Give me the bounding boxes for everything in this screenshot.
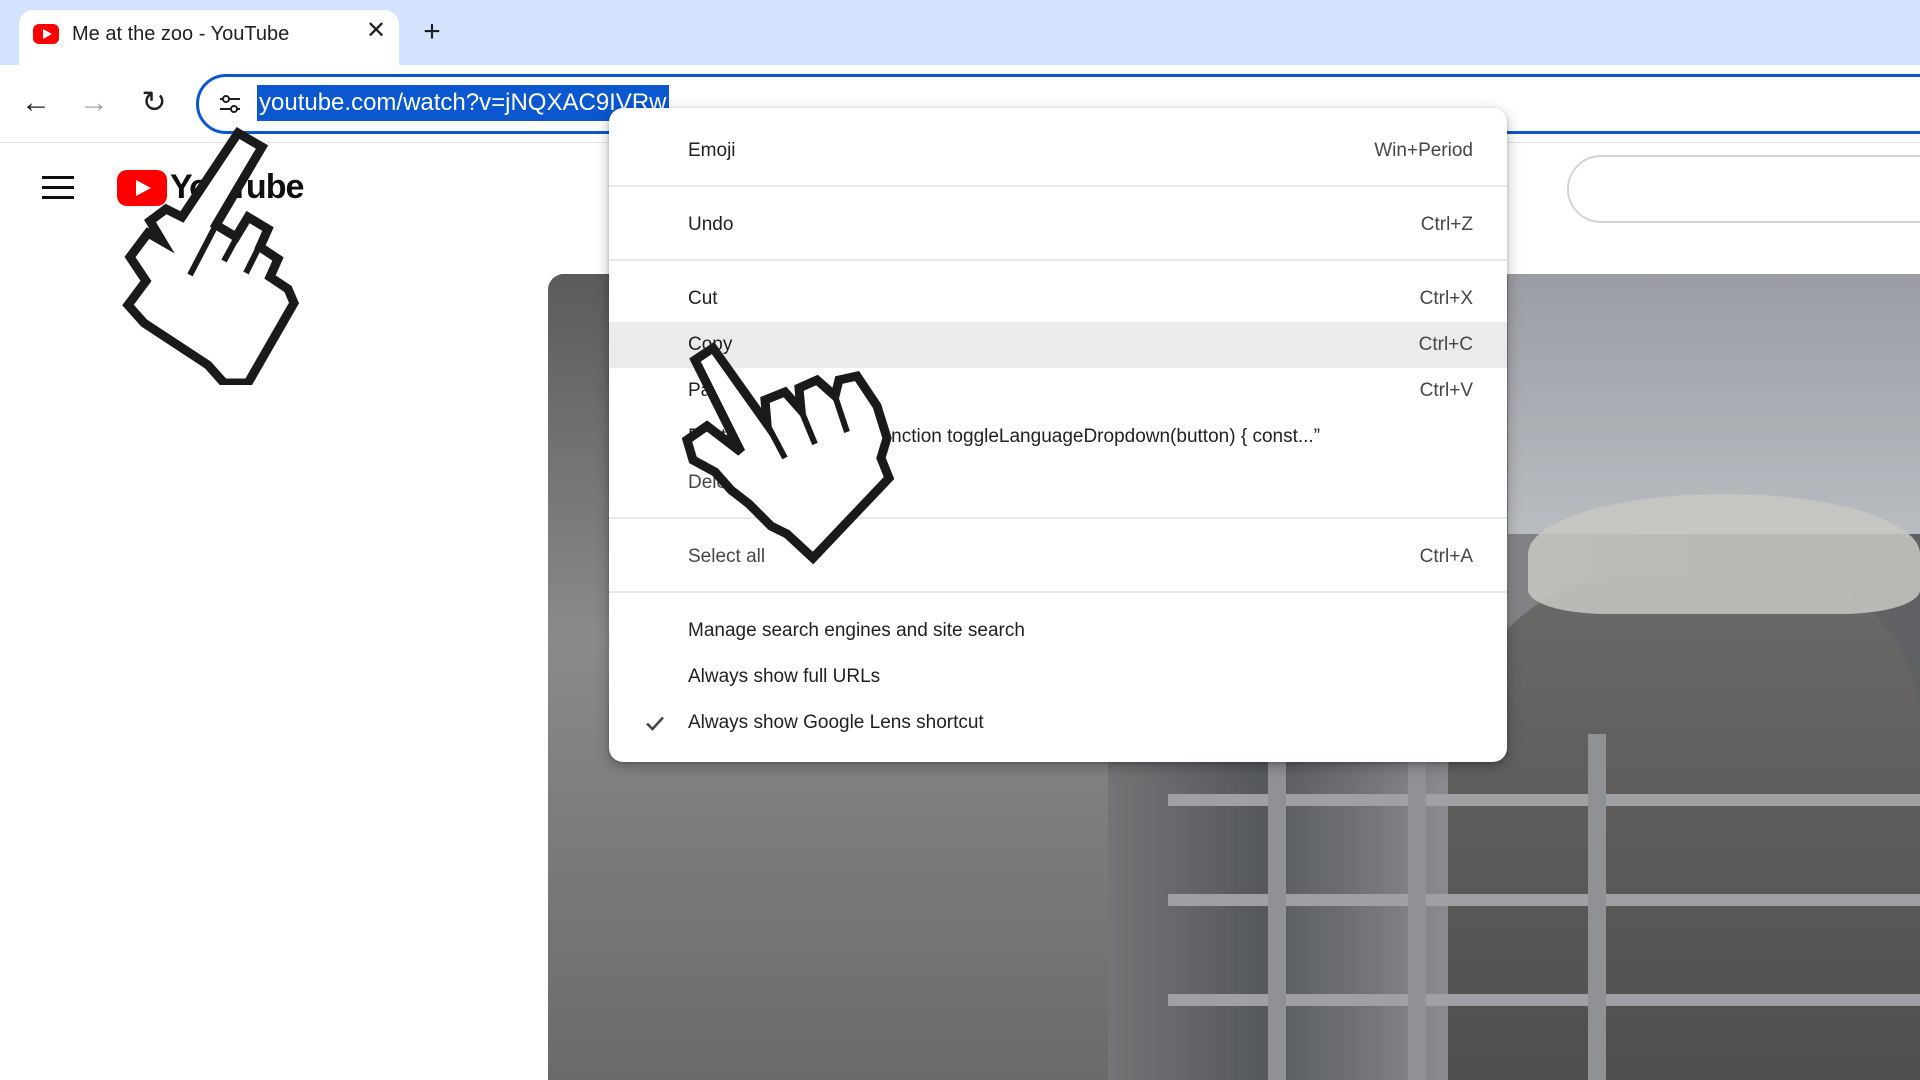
youtube-search-input[interactable] [1567, 155, 1920, 223]
youtube-favicon-icon [33, 24, 59, 44]
menu-label: Undo [688, 214, 734, 235]
menu-shortcut: Ctrl+X [1419, 288, 1473, 309]
menu-shortcut: Ctrl+Z [1420, 214, 1473, 235]
video-frame-hay [1528, 494, 1920, 614]
menu-item-undo[interactable]: Undo Ctrl+Z [609, 202, 1507, 248]
video-frame-post [1588, 734, 1606, 1080]
menu-label: Manage search engines and site search [688, 620, 1025, 641]
hand-cursor-icon [122, 126, 300, 385]
menu-label: Cut [688, 288, 718, 309]
tab-active[interactable]: Me at the zoo - YouTube ✕ [19, 10, 399, 65]
hand-cursor-icon [681, 341, 895, 565]
menu-label: Always show full URLs [688, 666, 881, 687]
video-frame-post [1408, 734, 1426, 1080]
menu-shortcut: Ctrl+A [1419, 546, 1473, 567]
menu-shortcut: Ctrl+C [1418, 334, 1473, 355]
url-text-selected[interactable]: youtube.com/watch?v=jNQXAC9IVRw [257, 85, 669, 121]
menu-shortcut: Win+Period [1374, 140, 1473, 161]
tab-strip: Me at the zoo - YouTube ✕ + [0, 0, 1920, 65]
video-frame-post [1268, 734, 1286, 1080]
menu-item-full-urls[interactable]: Always show full URLs [609, 654, 1507, 700]
menu-paste-preview: “function toggleLanguageDropdown(button)… [869, 426, 1321, 447]
menu-item-emoji[interactable]: Emoji Win+Period [609, 128, 1507, 174]
menu-separator [609, 185, 1507, 187]
menu-separator [609, 591, 1507, 593]
tab-close-icon[interactable]: ✕ [361, 16, 391, 46]
menu-item-lens-shortcut[interactable]: Always show Google Lens shortcut [609, 700, 1507, 746]
hamburger-menu-icon[interactable] [42, 176, 74, 200]
menu-item-cut[interactable]: Cut Ctrl+X [609, 276, 1507, 322]
menu-label: Always show Google Lens shortcut [688, 712, 984, 733]
back-button[interactable]: ← [16, 83, 56, 123]
forward-button[interactable]: → [74, 83, 114, 123]
tab-title: Me at the zoo - YouTube [72, 23, 290, 45]
menu-shortcut: Ctrl+V [1419, 380, 1473, 401]
menu-label: Emoji [688, 140, 736, 161]
menu-item-manage-search[interactable]: Manage search engines and site search [609, 608, 1507, 654]
menu-separator [609, 259, 1507, 261]
reload-button[interactable]: ↻ [134, 83, 174, 123]
new-tab-button[interactable]: + [415, 16, 449, 50]
site-info-icon[interactable] [216, 90, 244, 118]
checkmark-icon [646, 716, 664, 731]
